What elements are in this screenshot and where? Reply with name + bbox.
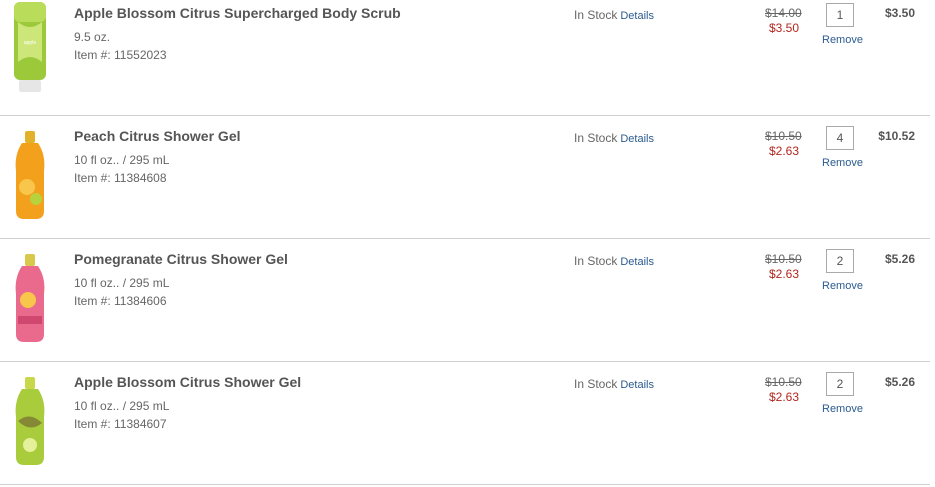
sale-price: $2.63 [769,144,800,158]
product-name[interactable]: Apple Blossom Citrus Supercharged Body S… [74,5,401,21]
line-total: $3.50 [884,6,915,20]
item-number: Item #: 11552023 [74,48,167,62]
shower-gel-bottle-icon [15,377,45,465]
remove-button[interactable]: Remove [822,157,863,169]
stock-status: In Stock Details [574,377,654,391]
quantity-input[interactable] [826,249,854,273]
stock-status: In Stock Details [574,8,654,22]
cart-item-row: Pomegranate Citrus Shower Gel 10 fl oz..… [0,238,930,362]
stock-status: In Stock Details [574,131,654,145]
shower-gel-bottle-icon [15,131,45,219]
original-price: $14.00 [765,6,802,20]
stock-status-text: In Stock [574,377,618,391]
stock-status-text: In Stock [574,254,618,268]
svg-text:apple: apple [24,40,36,46]
remove-button[interactable]: Remove [822,280,863,292]
details-link[interactable]: Details [620,133,654,145]
quantity-input[interactable] [826,372,854,396]
shower-gel-bottle-icon [15,254,45,342]
item-number: Item #: 11384607 [74,417,167,431]
details-link[interactable]: Details [620,10,654,22]
original-price: $10.50 [765,129,802,143]
details-link[interactable]: Details [620,256,654,268]
item-number: Item #: 11384608 [74,171,167,185]
product-name[interactable]: Apple Blossom Citrus Shower Gel [74,374,301,390]
remove-button[interactable]: Remove [822,34,863,46]
details-link[interactable]: Details [620,379,654,391]
cart-item-row: apple Apple Blossom Citrus Supercharged … [0,0,930,116]
line-total: $5.26 [884,252,915,266]
product-size: 10 fl oz.. / 295 mL [74,399,170,413]
product-size: 10 fl oz.. / 295 mL [74,153,170,167]
product-name[interactable]: Pomegranate Citrus Shower Gel [74,251,288,267]
sale-price: $2.63 [769,267,800,281]
stock-status: In Stock Details [574,254,654,268]
remove-button[interactable]: Remove [822,403,863,415]
sale-price: $3.50 [769,21,800,35]
product-name[interactable]: Peach Citrus Shower Gel [74,128,241,144]
quantity-input[interactable] [826,126,854,150]
sale-price: $2.63 [769,390,800,404]
product-size: 10 fl oz.. / 295 mL [74,276,170,290]
item-number: Item #: 11384606 [74,294,167,308]
product-size: 9.5 oz. [74,30,111,44]
cart-item-row: Apple Blossom Citrus Shower Gel 10 fl oz… [0,361,930,485]
original-price: $10.50 [765,375,802,389]
line-total: $10.52 [878,129,915,143]
stock-status-text: In Stock [574,8,618,22]
stock-status-text: In Stock [574,131,618,145]
quantity-input[interactable] [826,3,854,27]
cart-item-row: Peach Citrus Shower Gel 10 fl oz.. / 295… [0,115,930,239]
body-scrub-tube-icon: apple [14,2,46,92]
original-price: $10.50 [765,252,802,266]
line-total: $5.26 [884,375,915,389]
